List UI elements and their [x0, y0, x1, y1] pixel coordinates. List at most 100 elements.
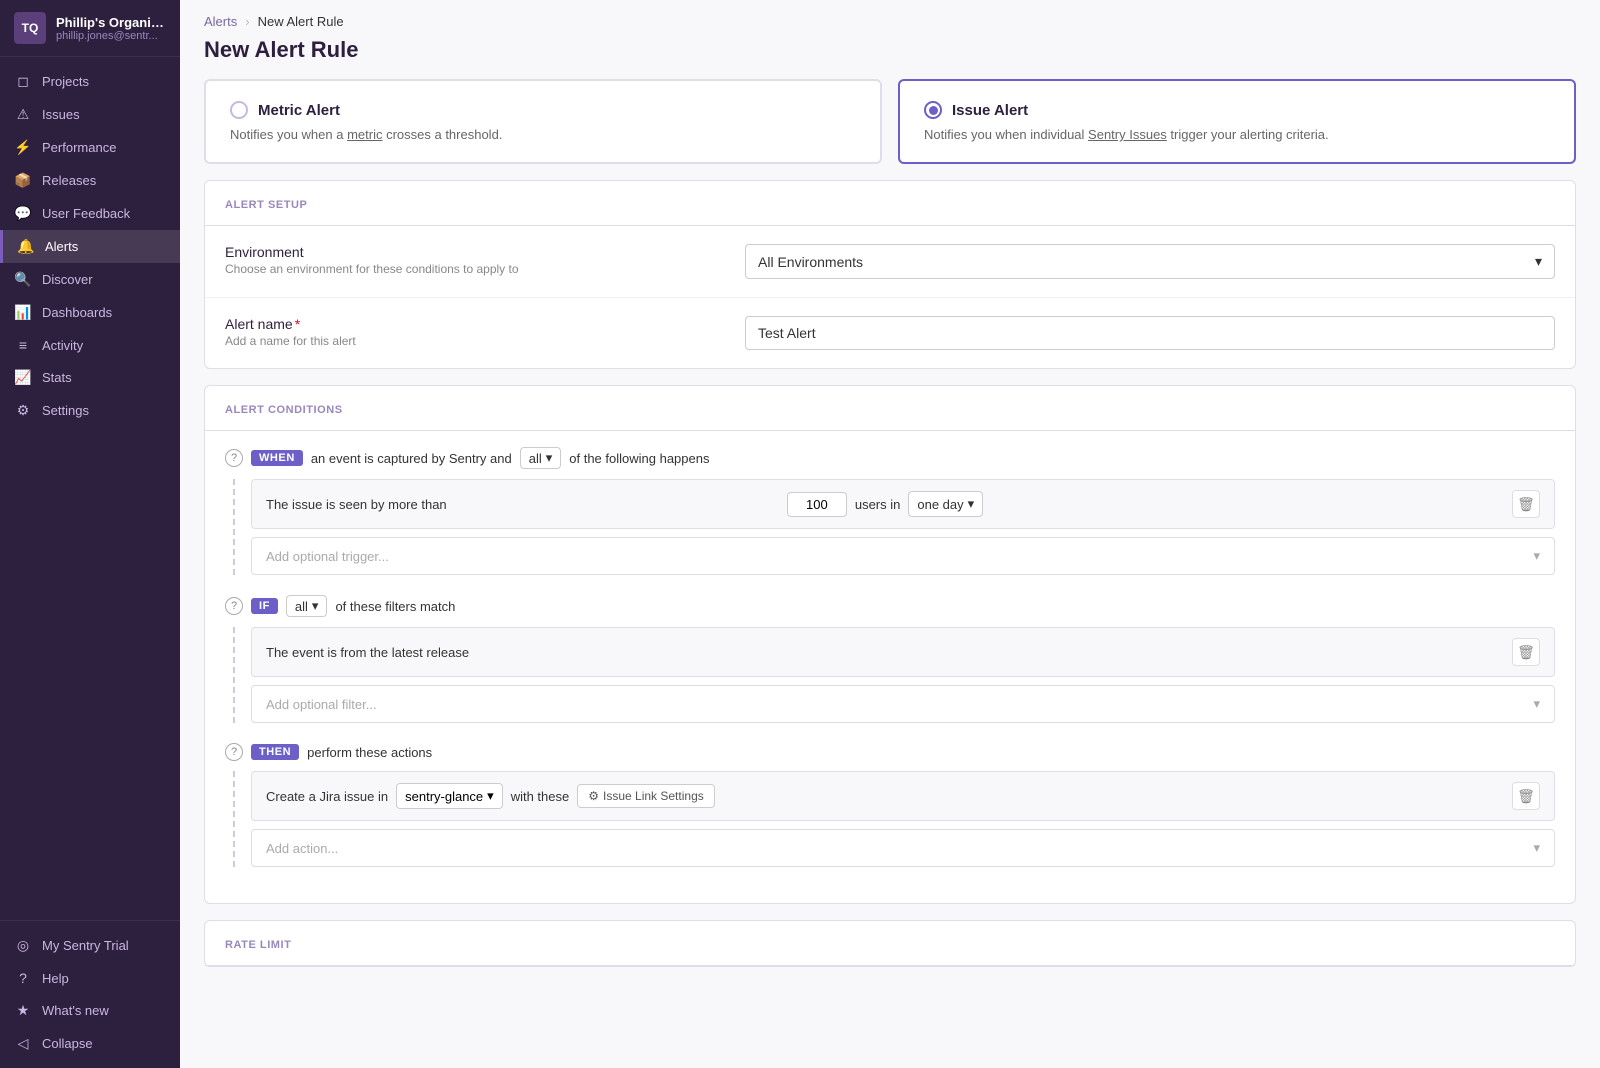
sidebar-bottom: ◎ My Sentry Trial ? Help ★ What's new ◁ … — [0, 920, 180, 1068]
alert-setup-section: ALERT SETUP Environment Choose an enviro… — [204, 180, 1576, 369]
breadcrumb-current: New Alert Rule — [258, 14, 344, 29]
performance-icon: ⚡ — [14, 139, 32, 156]
then-badge: THEN — [251, 744, 299, 760]
metric-alert-radio[interactable] — [230, 101, 248, 119]
org-email: phillip.jones@sentr... — [56, 30, 166, 42]
rate-limit-header: RATE LIMIT — [205, 921, 1575, 966]
environment-select[interactable]: All Environments ▾ — [745, 244, 1555, 279]
collapse-icon: ◁ — [14, 1035, 32, 1052]
if-help-icon[interactable]: ? — [225, 597, 243, 615]
help-icon: ? — [14, 970, 32, 986]
chevron-down-icon: ▾ — [1533, 548, 1540, 564]
sidebar-item-label: Collapse — [42, 1036, 93, 1051]
issue-link-settings-button[interactable]: ⚙ Issue Link Settings — [577, 784, 715, 808]
chevron-down-icon: ▾ — [312, 598, 319, 614]
if-badge: IF — [251, 598, 278, 614]
when-suffix-text: of the following happens — [569, 451, 709, 466]
chevron-down-icon: ▾ — [1533, 840, 1540, 856]
if-condition-line: The event is from the latest release 🗑 — [251, 627, 1555, 677]
if-condition-delete-button[interactable]: 🗑 — [1512, 638, 1540, 666]
gear-icon: ⚙ — [588, 789, 599, 803]
sidebar-item-releases[interactable]: 📦 Releases — [0, 164, 180, 197]
sidebar-nav: ◻ Projects ⚠ Issues ⚡ Performance 📦 Rele… — [0, 57, 180, 920]
alert-conditions-section: ALERT CONDITIONS ? WHEN an event is capt… — [204, 385, 1576, 904]
add-trigger-dropdown[interactable]: Add optional trigger... ▾ — [251, 537, 1555, 575]
then-header: ? THEN perform these actions — [225, 743, 1555, 761]
when-conditions-container: The issue is seen by more than users in … — [233, 479, 1555, 575]
chevron-down-icon: ▾ — [1535, 253, 1542, 270]
org-avatar: TQ — [14, 12, 46, 44]
then-help-icon[interactable]: ? — [225, 743, 243, 761]
sidebar-item-issues[interactable]: ⚠ Issues — [0, 98, 180, 131]
alert-setup-body: Environment Choose an environment for th… — [205, 226, 1575, 368]
environment-label: Environment — [225, 244, 745, 260]
action-mid: with these — [511, 789, 570, 804]
discover-icon: 🔍 — [14, 271, 32, 288]
then-action-line: Create a Jira issue in sentry-glance ▾ w… — [251, 771, 1555, 821]
jira-action-row: Create a Jira issue in sentry-glance ▾ w… — [266, 783, 1504, 809]
environment-row: Environment Choose an environment for th… — [205, 226, 1575, 298]
when-condition-delete-button[interactable]: 🗑 — [1512, 490, 1540, 518]
projects-icon: ◻ — [14, 73, 32, 90]
sidebar-item-label: Dashboards — [42, 305, 112, 320]
sidebar-item-alerts[interactable]: 🔔 Alerts — [0, 230, 180, 263]
filter-text: The event is from the latest release — [266, 645, 1504, 660]
conditions-label: ALERT CONDITIONS — [225, 404, 343, 416]
alert-name-sublabel: Add a name for this alert — [225, 334, 745, 348]
sidebar-item-collapse[interactable]: ◁ Collapse — [0, 1027, 180, 1060]
metric-alert-card[interactable]: Metric Alert Notifies you when a metric … — [204, 79, 882, 164]
sidebar-item-projects[interactable]: ◻ Projects — [0, 65, 180, 98]
chevron-down-icon: ▾ — [968, 496, 975, 512]
condition-count-input[interactable] — [787, 492, 847, 517]
my-sentry-trial-icon: ◎ — [14, 937, 32, 954]
condition-period-select[interactable]: one day ▾ — [908, 491, 983, 517]
sidebar-item-user-feedback[interactable]: 💬 User Feedback — [0, 197, 180, 230]
sidebar-item-label: Projects — [42, 74, 89, 89]
alert-name-input[interactable] — [745, 316, 1555, 350]
when-block: ? WHEN an event is captured by Sentry an… — [225, 447, 1555, 575]
add-filter-placeholder: Add optional filter... — [266, 697, 377, 712]
sidebar-item-settings[interactable]: ⚙ Settings — [0, 394, 180, 427]
releases-icon: 📦 — [14, 172, 32, 189]
when-all-select[interactable]: all ▾ — [520, 447, 562, 469]
issue-alert-desc: Notifies you when individual Sentry Issu… — [924, 127, 1550, 142]
sidebar-item-discover[interactable]: 🔍 Discover — [0, 263, 180, 296]
add-action-dropdown[interactable]: Add action... ▾ — [251, 829, 1555, 867]
when-badge: WHEN — [251, 450, 303, 466]
sidebar-item-activity[interactable]: ≡ Activity — [0, 329, 180, 361]
if-block: ? IF all ▾ of these filters match The ev… — [225, 595, 1555, 723]
then-block: ? THEN perform these actions Create a Ji… — [225, 743, 1555, 867]
issue-alert-radio[interactable] — [924, 101, 942, 119]
sidebar-item-my-sentry-trial[interactable]: ◎ My Sentry Trial — [0, 929, 180, 962]
jira-project-select[interactable]: sentry-glance ▾ — [396, 783, 503, 809]
required-marker: * — [295, 316, 300, 332]
when-help-icon[interactable]: ? — [225, 449, 243, 467]
breadcrumb: Alerts › New Alert Rule — [180, 0, 1600, 29]
conditions-header: ALERT CONDITIONS — [205, 386, 1575, 431]
page-title: New Alert Rule — [180, 29, 1600, 79]
sidebar: TQ Phillip's Organiz... phillip.jones@se… — [0, 0, 180, 1068]
when-condition-line: The issue is seen by more than users in … — [251, 479, 1555, 529]
org-header[interactable]: TQ Phillip's Organiz... phillip.jones@se… — [0, 0, 180, 57]
sidebar-item-label: Activity — [42, 338, 83, 353]
org-name: Phillip's Organiz... — [56, 15, 166, 30]
condition-prefix: The issue is seen by more than — [266, 497, 779, 512]
sidebar-item-stats[interactable]: 📈 Stats — [0, 361, 180, 394]
sidebar-item-dashboards[interactable]: 📊 Dashboards — [0, 296, 180, 329]
sidebar-item-help[interactable]: ? Help — [0, 962, 180, 994]
add-filter-dropdown[interactable]: Add optional filter... ▾ — [251, 685, 1555, 723]
sidebar-item-performance[interactable]: ⚡ Performance — [0, 131, 180, 164]
when-header: ? WHEN an event is captured by Sentry an… — [225, 447, 1555, 469]
sidebar-item-label: Help — [42, 971, 69, 986]
sidebar-item-label: Releases — [42, 173, 96, 188]
issue-alert-card[interactable]: Issue Alert Notifies you when individual… — [898, 79, 1576, 164]
then-actions-container: Create a Jira issue in sentry-glance ▾ w… — [233, 771, 1555, 867]
then-action-delete-button[interactable]: 🗑 — [1512, 782, 1540, 810]
breadcrumb-parent[interactable]: Alerts — [204, 14, 237, 29]
if-conditions-container: The event is from the latest release 🗑 A… — [233, 627, 1555, 723]
if-suffix-text: of these filters match — [335, 599, 455, 614]
issue-alert-title: Issue Alert — [952, 102, 1028, 119]
sidebar-item-whats-new[interactable]: ★ What's new — [0, 994, 180, 1027]
if-all-select[interactable]: all ▾ — [286, 595, 328, 617]
dashboards-icon: 📊 — [14, 304, 32, 321]
